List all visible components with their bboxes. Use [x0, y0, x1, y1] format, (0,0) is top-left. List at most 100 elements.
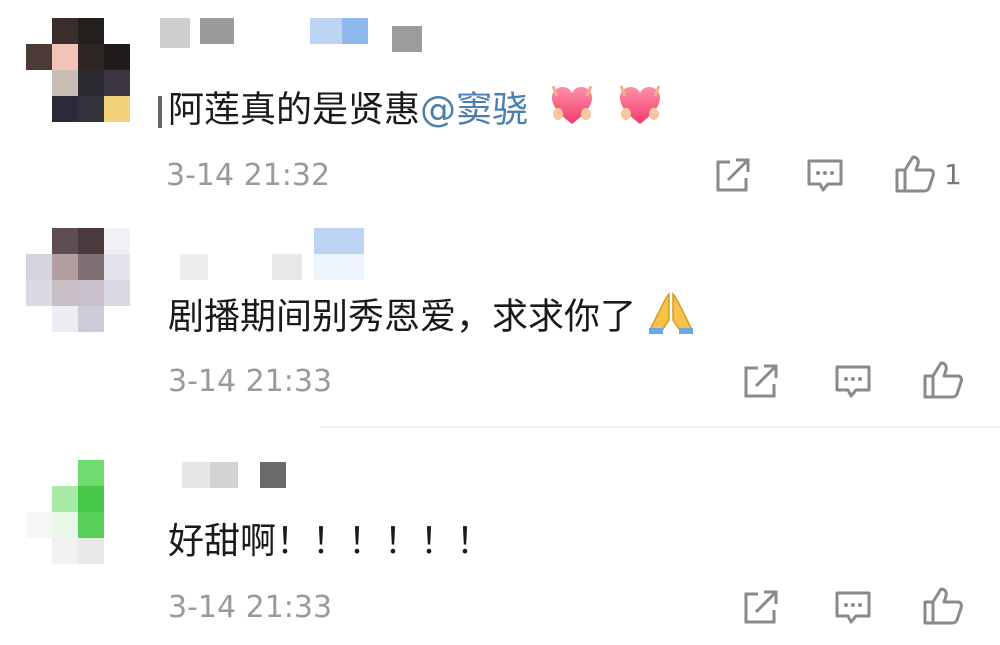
avatar-pixel — [104, 70, 130, 96]
avatar-pixel — [26, 44, 52, 70]
comment-text: 阿莲真的是贤惠@窦骁 — [158, 84, 663, 139]
comment-body: 剧播期间别秀恩爱，求求你了 — [168, 296, 637, 338]
avatar-pixel — [78, 280, 104, 306]
comment-item: 好甜啊！！！！！！ 3-14 21:33 — [0, 440, 1000, 645]
like-count: 1 — [944, 157, 962, 191]
avatar-pixel — [104, 228, 130, 254]
avatar-pixel — [52, 512, 78, 538]
mention-link[interactable]: @窦骁 — [420, 90, 528, 131]
avatar-pixel — [52, 228, 78, 254]
avatar-pixel — [78, 254, 104, 280]
avatar-pixel — [78, 228, 104, 254]
avatar-pixel — [26, 96, 52, 122]
avatar-pixel — [26, 228, 52, 254]
avatar-pixel — [78, 306, 104, 332]
username-blurred[interactable] — [182, 462, 292, 492]
avatar-pixel — [26, 486, 52, 512]
name-block — [392, 26, 422, 52]
comment-text: 好甜啊！！！！！！ — [168, 520, 492, 564]
name-block — [182, 462, 210, 488]
username-blurred[interactable] — [180, 228, 380, 280]
avatar-pixel — [78, 18, 104, 44]
avatar-pixel — [26, 306, 52, 332]
avatar-pixel — [52, 96, 78, 122]
avatar-pixel — [104, 486, 130, 512]
comment-body: 好甜啊！！！！！！ — [168, 521, 493, 562]
name-block — [260, 462, 286, 488]
name-block — [314, 254, 364, 280]
thumbs-up-icon — [923, 587, 963, 625]
avatar[interactable] — [26, 460, 130, 564]
text-mark — [158, 95, 162, 128]
name-block — [210, 462, 238, 488]
heart-emoji-icon — [549, 84, 595, 139]
avatar-pixel — [26, 18, 52, 44]
avatar-pixel — [52, 538, 78, 564]
avatar-pixel — [78, 538, 104, 564]
avatar-pixel — [104, 460, 130, 486]
avatar-pixel — [26, 512, 52, 538]
avatar-pixel — [26, 460, 52, 486]
thumbs-up-icon — [895, 155, 935, 193]
avatar-pixel — [52, 280, 78, 306]
avatar-pixel — [52, 460, 78, 486]
comment-icon — [835, 365, 871, 398]
name-block — [342, 18, 368, 44]
avatar-pixel — [104, 280, 130, 306]
folded-hands-emoji-icon — [647, 290, 695, 347]
avatar-pixel — [52, 70, 78, 96]
comment-button[interactable] — [834, 364, 872, 400]
avatar-pixel — [52, 254, 78, 280]
avatar-pixel — [78, 486, 104, 512]
comment-time: 3-14 21:33 — [168, 590, 333, 625]
avatar-pixel — [26, 254, 52, 280]
avatar-pixel — [26, 280, 52, 306]
avatar-pixel — [104, 96, 130, 122]
avatar-pixel — [26, 70, 52, 96]
avatar-pixel — [78, 96, 104, 122]
comment-body: 阿莲真的是贤惠 — [168, 89, 421, 131]
name-block — [160, 18, 190, 48]
avatar-pixel — [52, 44, 78, 70]
divider — [320, 426, 1000, 428]
avatar-pixel — [78, 460, 104, 486]
avatar-pixel — [104, 18, 130, 44]
share-button[interactable] — [714, 158, 752, 194]
thumbs-up-icon — [923, 361, 963, 399]
avatar-pixel — [104, 512, 130, 538]
share-button[interactable] — [742, 590, 780, 626]
like-button[interactable] — [922, 360, 964, 400]
comment-item: 剧播期间别秀恩爱，求求你了 3-14 21:33 — [0, 210, 1000, 430]
share-icon — [744, 590, 778, 624]
avatar-pixel — [52, 306, 78, 332]
avatar-pixel — [104, 306, 130, 332]
avatar-pixel — [104, 44, 130, 70]
comment-text: 剧播期间别秀恩爱，求求你了 — [168, 290, 695, 347]
comment-item: 阿莲真的是贤惠@窦骁 3-14 21:32 1 — [0, 0, 1000, 210]
avatar-pixel — [104, 254, 130, 280]
share-icon — [744, 364, 778, 398]
share-button[interactable] — [742, 364, 780, 400]
comment-time: 3-14 21:32 — [166, 158, 331, 193]
comment-button[interactable] — [806, 158, 844, 194]
comment-button[interactable] — [834, 590, 872, 626]
comment-icon — [807, 159, 843, 192]
name-block — [272, 254, 302, 280]
avatar-pixel — [104, 538, 130, 564]
name-block — [200, 18, 234, 44]
comment-time: 3-14 21:33 — [168, 364, 333, 399]
like-button[interactable]: 1 — [894, 154, 962, 194]
avatar-pixel — [78, 70, 104, 96]
name-block — [314, 228, 364, 254]
comment-icon — [835, 591, 871, 624]
share-icon — [716, 158, 750, 192]
avatar-pixel — [26, 538, 52, 564]
avatar-pixel — [78, 512, 104, 538]
username-blurred[interactable] — [160, 18, 422, 52]
like-button[interactable] — [922, 586, 964, 626]
avatar-pixel — [52, 486, 78, 512]
avatar[interactable] — [26, 228, 130, 332]
avatar[interactable] — [26, 18, 130, 122]
avatar-pixel — [52, 18, 78, 44]
name-block — [180, 254, 208, 280]
